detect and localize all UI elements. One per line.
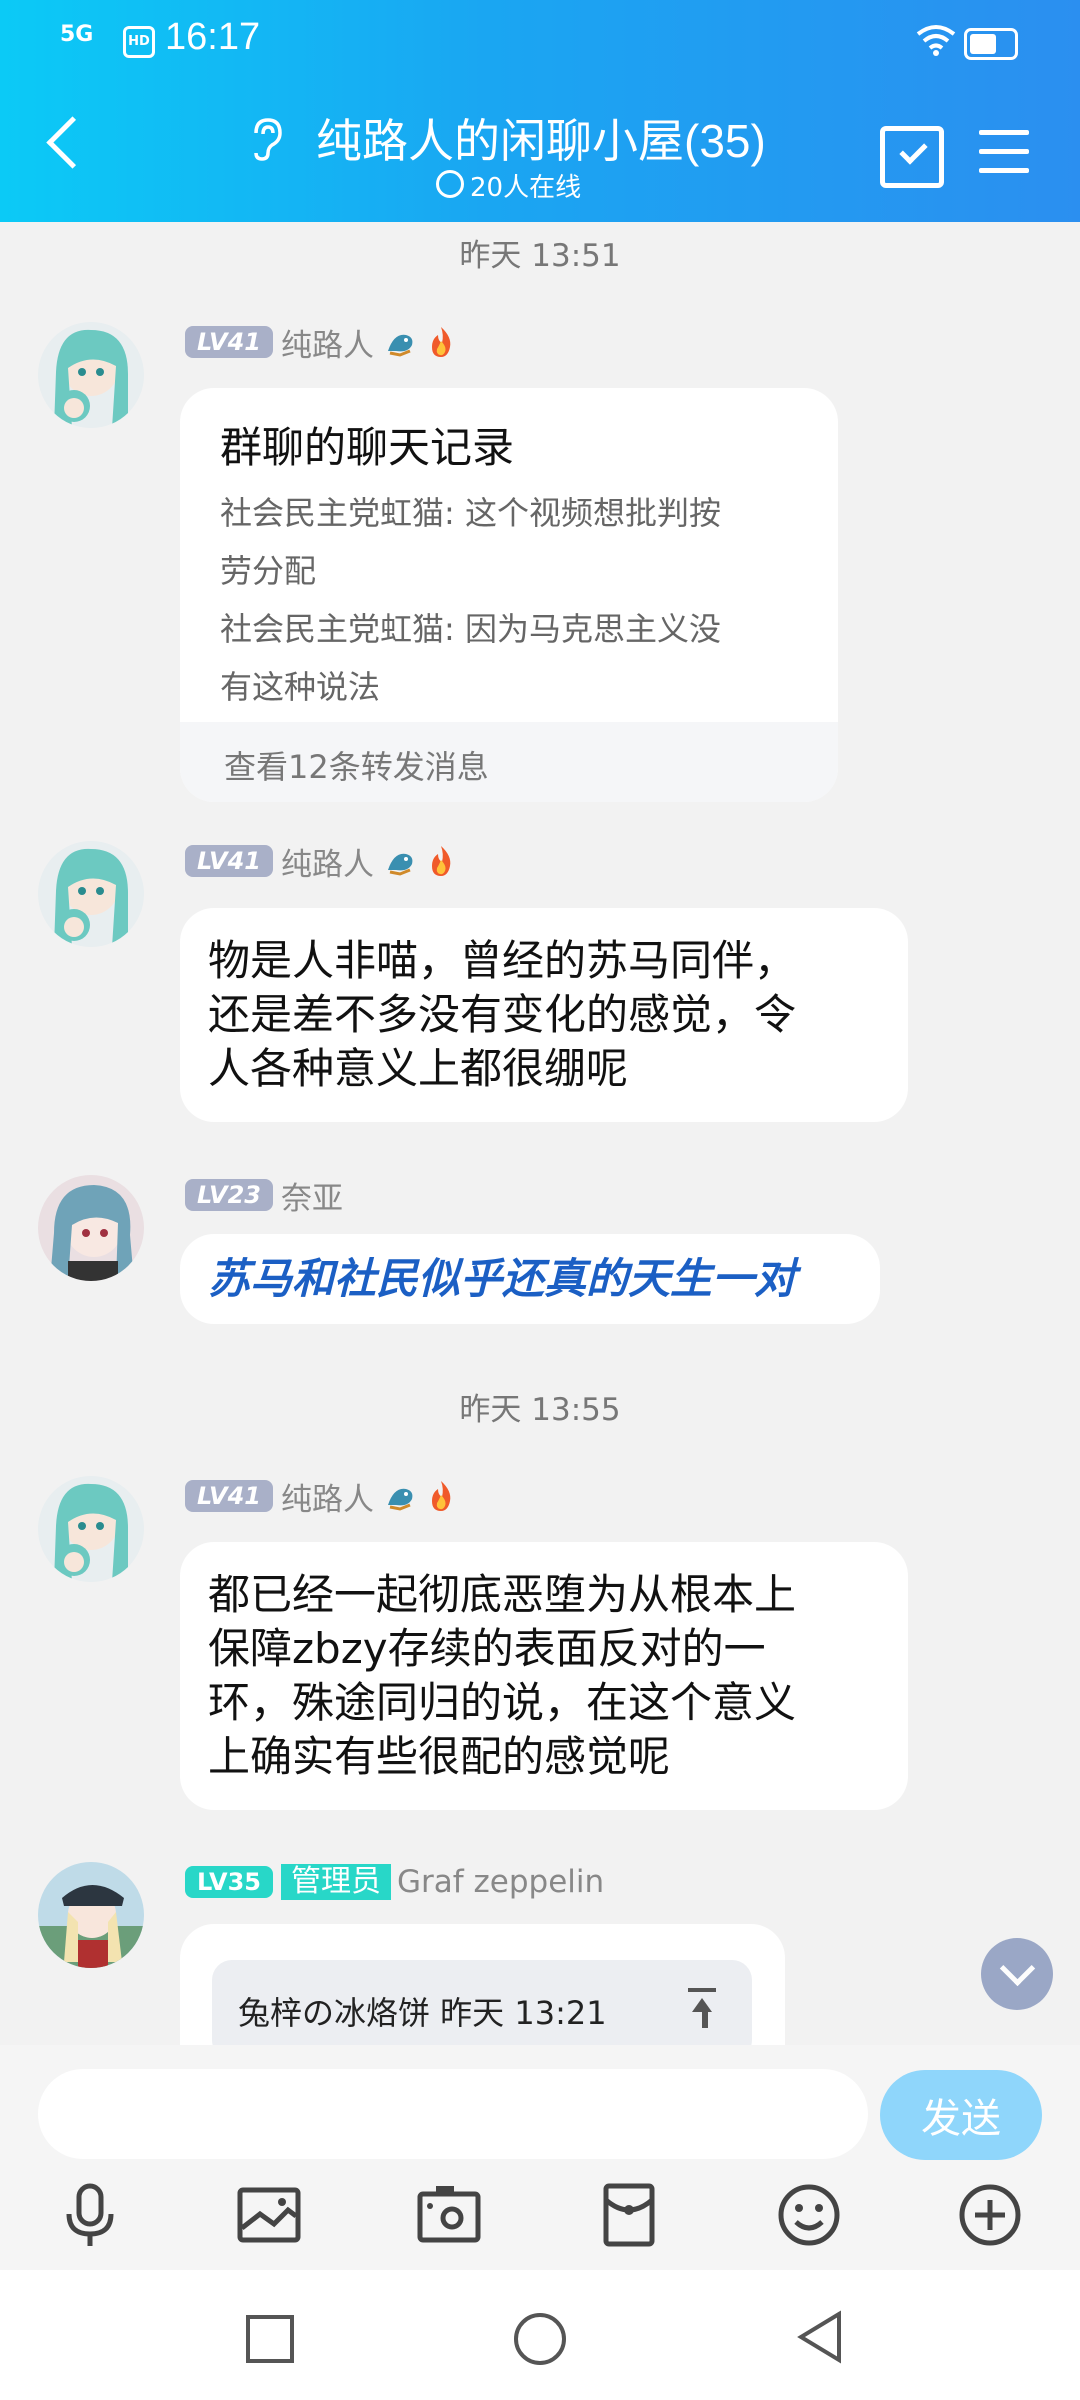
forward-line: 社会民主党虹猫: 这个视频想批判按 [220, 494, 721, 532]
image-icon[interactable] [234, 2180, 304, 2250]
forward-card-footer[interactable]: 查看12条转发消息 [180, 722, 838, 802]
plus-icon[interactable] [955, 2180, 1025, 2250]
avatar[interactable] [38, 841, 144, 947]
sender-meta: LV41 纯路人 [185, 320, 464, 365]
chat-title: 纯路人的闲聊小屋(35) [316, 115, 766, 167]
wifi-icon [916, 25, 956, 56]
dragon-badge-icon [387, 334, 413, 357]
avatar[interactable] [38, 1476, 144, 1582]
fire-icon [431, 1481, 451, 1511]
sender-meta: LV35 管理员 Graf zeppelin [185, 1862, 614, 1902]
back-nav-icon[interactable] [795, 2310, 845, 2364]
mic-icon[interactable] [55, 2180, 125, 2250]
level-badge: LV35 [185, 1866, 273, 1898]
sender-meta: LV23 奈亚 [185, 1173, 353, 1218]
send-button[interactable]: 发送 [880, 2070, 1042, 2160]
sender-name[interactable]: 纯路人 [281, 839, 374, 884]
timestamp-separator: 昨天 13:51 [459, 238, 621, 274]
system-nav-bar [0, 2270, 1080, 2400]
view-forwarded-messages-link[interactable]: 查看12条转发消息 [224, 742, 489, 788]
avatar[interactable] [38, 1175, 144, 1281]
network-indicator: 5G [60, 22, 94, 47]
sender-meta: LV41 纯路人 [185, 839, 464, 884]
back-button[interactable] [46, 116, 99, 169]
fire-icon [431, 327, 451, 357]
message-line: 都已经一起彻底恶堕为从根本上 [208, 1570, 797, 1619]
message-bubble[interactable]: 都已经一起彻底恶堕为从根本上 保障zbzy存续的表面反对的一 环，殊途同归的说，… [180, 1542, 908, 1810]
sender-name[interactable]: 奈亚 [281, 1173, 343, 1218]
sender-name[interactable]: 纯路人 [281, 320, 374, 365]
message-line: 上确实有些很配的感觉呢 [208, 1732, 671, 1781]
forward-line: 有这种说法 [220, 668, 381, 706]
fire-icon [431, 846, 451, 876]
checkin-calendar-icon[interactable] [880, 126, 944, 188]
message-line: 物是人非喵，曾经的苏马同伴， [208, 936, 797, 985]
message-line: 环，殊途同归的说，在这个意义 [208, 1678, 797, 1727]
status-time: 16:17 [165, 16, 261, 58]
message-list[interactable]: 昨天 13:51 LV41 纯路人 群聊的聊天记录 社会民主党虹猫: 这个视频想… [0, 222, 1080, 2045]
home-button[interactable] [514, 2313, 566, 2365]
quoted-message[interactable]: 兔梓の冰烙饼 昨天 13:21 [212, 1960, 752, 2045]
message-line: 还是差不多没有变化的感觉，令 [208, 990, 797, 1039]
level-badge: LV41 [185, 845, 273, 877]
redpacket-icon[interactable] [594, 2180, 664, 2250]
timestamp-separator: 昨天 13:55 [459, 1392, 621, 1428]
avatar[interactable] [38, 1862, 144, 1968]
sender-name[interactable]: Graf zeppelin [397, 1864, 604, 1900]
title-bar: 5G HD 16:17 纯路人的闲聊小屋(35) 20人在线 [0, 0, 1080, 222]
dragon-badge-icon [387, 1488, 413, 1511]
recent-apps-button[interactable] [246, 2315, 294, 2363]
ear-icon [254, 118, 282, 161]
scroll-to-bottom-button[interactable] [981, 1938, 1053, 2010]
admin-badge: 管理员 [280, 1864, 391, 1900]
level-badge: LV41 [185, 326, 273, 358]
forward-line: 社会民主党虹猫: 因为马克思主义没 [220, 610, 721, 648]
camera-icon[interactable] [414, 2180, 484, 2250]
message-line: 人各种意义上都很绷呢 [208, 1044, 629, 1093]
emoji-icon[interactable] [774, 2180, 844, 2250]
forward-line: 劳分配 [220, 552, 317, 590]
menu-icon[interactable] [979, 130, 1029, 174]
forward-card-title: 群聊的聊天记录 [220, 423, 515, 472]
avatar[interactable] [38, 322, 144, 428]
battery-icon [964, 28, 1018, 60]
sender-name[interactable]: 纯路人 [281, 1474, 374, 1519]
dragon-badge-icon [387, 853, 413, 876]
message-line: 保障zbzy存续的表面反对的一 [208, 1624, 766, 1673]
composer-bar: 发送 [0, 2045, 1080, 2270]
reply-message-bubble[interactable]: 兔梓の冰烙饼 昨天 13:21 [180, 1924, 785, 2045]
jump-to-top-icon-stem [702, 2012, 708, 2028]
level-badge: LV23 [185, 1179, 273, 1211]
level-badge: LV41 [185, 1480, 273, 1512]
message-text: 苏马和社民似乎还真的天生一对 [208, 1254, 797, 1303]
hd-badge: HD [123, 26, 155, 58]
message-input[interactable] [38, 2069, 868, 2159]
forwarded-chat-card[interactable]: 群聊的聊天记录 社会民主党虹猫: 这个视频想批判按 劳分配 社会民主党虹猫: 因… [180, 388, 838, 802]
online-count: 20人在线 [435, 167, 581, 204]
quoted-sender-time: 兔梓の冰烙饼 昨天 13:21 [238, 1994, 607, 2032]
message-bubble[interactable]: 苏马和社民似乎还真的天生一对 [180, 1234, 880, 1324]
message-bubble[interactable]: 物是人非喵，曾经的苏马同伴， 还是差不多没有变化的感觉，令 人各种意义上都很绷呢 [180, 908, 908, 1122]
sender-meta: LV41 纯路人 [185, 1474, 464, 1519]
